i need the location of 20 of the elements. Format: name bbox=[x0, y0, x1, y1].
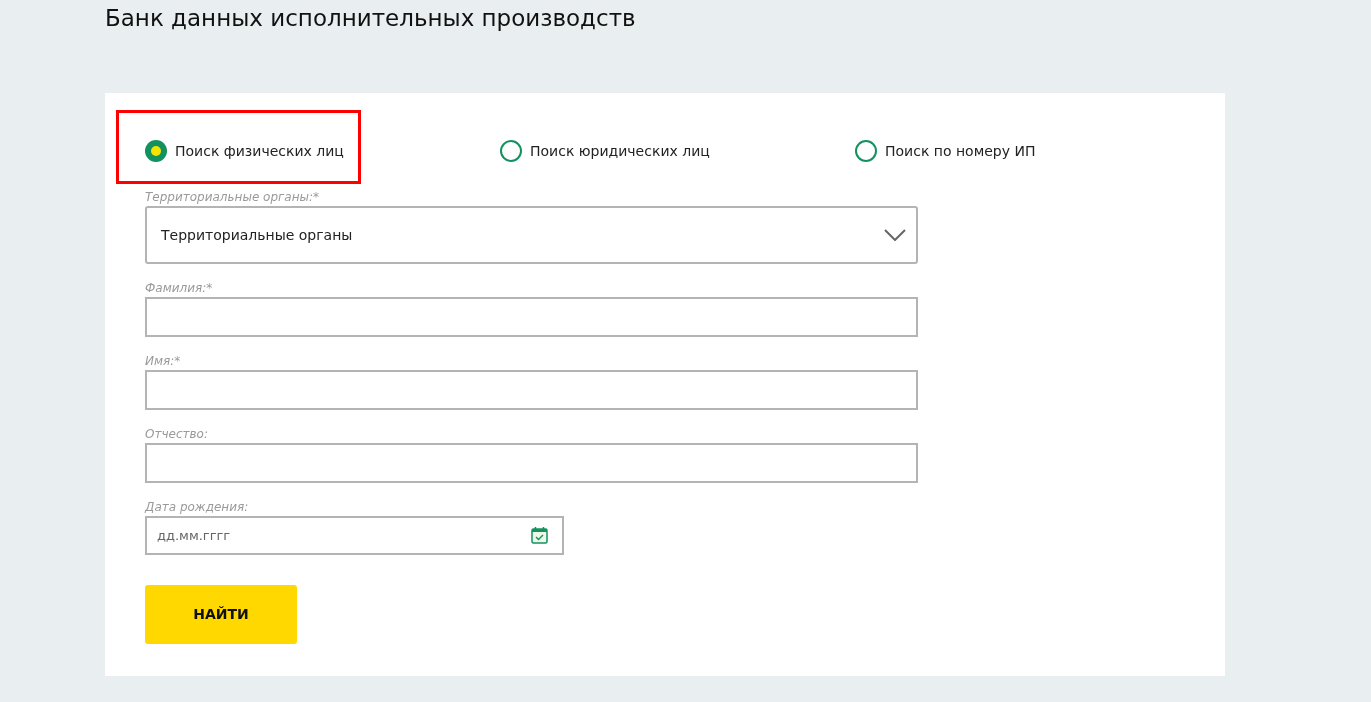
radio-button[interactable] bbox=[855, 140, 877, 162]
field-label: Имя:* bbox=[145, 353, 181, 369]
radio-button[interactable] bbox=[500, 140, 522, 162]
radio-option[interactable]: Поиск физических лиц bbox=[145, 140, 344, 162]
search-button[interactable]: НАЙТИ bbox=[145, 585, 297, 644]
radio-option[interactable]: Поиск юридических лиц bbox=[500, 140, 710, 162]
input-field[interactable] bbox=[145, 443, 918, 483]
input-field[interactable] bbox=[145, 370, 918, 410]
field-label: Фамилия:* bbox=[145, 280, 213, 296]
field-label: Дата рождения: bbox=[145, 499, 249, 515]
page-title: Банк данных исполнительных производств bbox=[105, 4, 637, 33]
date-field[interactable]: дд.мм.гггг bbox=[145, 516, 564, 555]
chevron-down-icon bbox=[884, 229, 906, 241]
field-label: Территориальные органы:* bbox=[145, 189, 320, 205]
calendar-icon[interactable] bbox=[531, 526, 548, 544]
dropdown-field[interactable]: Территориальные органы bbox=[145, 206, 918, 264]
radio-button[interactable] bbox=[145, 140, 167, 162]
field-label: Отчество: bbox=[145, 426, 208, 442]
radio-option[interactable]: Поиск по номеру ИП bbox=[855, 140, 1036, 162]
input-field[interactable] bbox=[145, 297, 918, 337]
